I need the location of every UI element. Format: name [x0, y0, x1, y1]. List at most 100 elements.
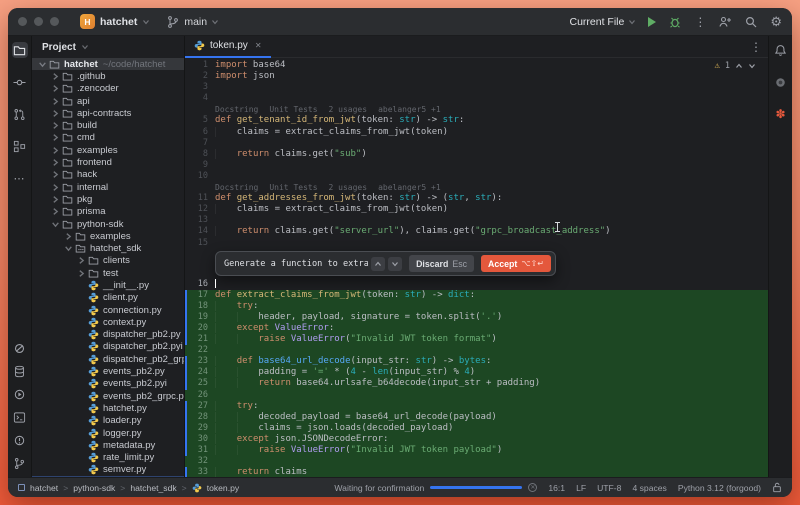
tree-item-semver-py[interactable]: semver.py [32, 464, 184, 476]
code-editor[interactable]: ⚠ 1 1 import base64 2 import json 3 4 Docstrin… [185, 58, 768, 477]
breadcrumb-item[interactable]: python-sdk [73, 483, 115, 493]
tab-token-py[interactable]: token.py ✕ [185, 36, 271, 58]
chevron-right-icon[interactable] [51, 72, 60, 81]
settings-gear-icon[interactable]: ⚙ [770, 14, 782, 29]
vcs-branch-widget[interactable]: main [166, 15, 219, 29]
debug-button[interactable] [668, 15, 682, 29]
tree-item-loader-py[interactable]: loader.py [32, 415, 184, 427]
accept-button[interactable]: Accept ⌥⇧↵ [481, 255, 551, 273]
tree-item-examples[interactable]: examples [32, 144, 184, 156]
plugin-flower-button[interactable]: ✽ [773, 106, 789, 122]
run-configuration-selector[interactable]: Current File [569, 16, 636, 28]
notifications-button[interactable] [773, 42, 789, 58]
search-icon[interactable] [744, 15, 758, 29]
chevron-down-icon[interactable] [64, 244, 73, 253]
breadcrumb-item[interactable]: token.py [207, 483, 240, 493]
tree-item-dispatcher-pb2-grpc-py[interactable]: dispatcher_pb2_grpc.py [32, 353, 184, 365]
tree-item-hatchet[interactable]: hatchet ~/code/hatchet [32, 58, 184, 71]
tree-item-build[interactable]: build [32, 119, 184, 131]
tree-item-api[interactable]: api [32, 95, 184, 107]
tree-item-events-pb2-grpc-py[interactable]: events_pb2_grpc.py [32, 390, 184, 402]
line-ending-widget[interactable]: LF [576, 483, 586, 493]
tree-item-metadata-py[interactable]: metadata.py [32, 439, 184, 451]
chevron-right-icon[interactable] [51, 84, 60, 93]
zoom-window-button[interactable] [50, 17, 59, 26]
indent-widget[interactable]: 4 spaces [632, 483, 666, 493]
interpreter-widget[interactable]: Python 3.12 (forgood) [678, 483, 761, 493]
tree-item-python-sdk[interactable]: python-sdk [32, 218, 184, 230]
chevron-right-icon[interactable] [51, 183, 60, 192]
project-tool-button[interactable] [11, 42, 28, 58]
chevron-right-icon[interactable] [51, 146, 60, 155]
tree-item-cmd[interactable]: cmd [32, 132, 184, 144]
ai-prompt-input[interactable]: Generate a function to extract claims fr… [224, 259, 368, 269]
tree-item-context-py[interactable]: context.py [32, 316, 184, 328]
prompt-history-up-button[interactable] [371, 256, 386, 271]
chevron-right-icon[interactable] [77, 256, 86, 265]
chevron-right-icon[interactable] [51, 109, 60, 118]
tree-item-dispatcher-pb2-py[interactable]: dispatcher_pb2.py [32, 329, 184, 341]
cancel-task-icon[interactable]: ✕ [528, 483, 538, 492]
discard-button[interactable]: Discard Esc [409, 255, 475, 273]
database-tool-button[interactable] [12, 363, 28, 379]
tree-item-connection-py[interactable]: connection.py [32, 304, 184, 316]
project-panel-header[interactable]: Project [32, 36, 184, 58]
minimize-window-button[interactable] [34, 17, 43, 26]
zencoder-tool-button[interactable] [12, 340, 28, 356]
pull-requests-tool-button[interactable] [12, 106, 28, 122]
tree-item-test[interactable]: test [32, 267, 184, 279]
tree-item-hatchet-sdk[interactable]: hatchet_sdk [32, 242, 184, 254]
problems-tool-button[interactable] [12, 432, 28, 448]
chevron-right-icon[interactable] [77, 269, 86, 278]
terminal-tool-button[interactable] [12, 409, 28, 425]
structure-tool-button[interactable] [12, 138, 28, 154]
tree-item-client-py[interactable]: client.py [32, 292, 184, 304]
tree-item-internal[interactable]: internal [32, 181, 184, 193]
code-vision-inlay[interactable]: Docstring Unit Tests 2 usages abelanger5 +1 [185, 104, 768, 115]
tree-item-events-pb2-pyi[interactable]: events_pb2.pyi [32, 378, 184, 390]
project-widget[interactable]: H hatchet [80, 14, 150, 29]
tab-options-icon[interactable]: ⋮ [750, 40, 762, 54]
chevron-right-icon[interactable] [51, 158, 60, 167]
encoding-widget[interactable]: UTF-8 [597, 483, 621, 493]
tree-item--github[interactable]: .github [32, 70, 184, 82]
tree-item-prisma[interactable]: prisma [32, 206, 184, 218]
tree-item-api-contracts[interactable]: api-contracts [32, 107, 184, 119]
commit-tool-button[interactable] [12, 74, 28, 90]
close-window-button[interactable] [18, 17, 27, 26]
tree-item--zencoder[interactable]: .zencoder [32, 83, 184, 95]
tree-item-pkg[interactable]: pkg [32, 193, 184, 205]
chevron-right-icon[interactable] [51, 121, 60, 130]
chevron-down-icon[interactable] [51, 220, 60, 229]
more-tool-windows-icon[interactable]: ⋯ [12, 170, 28, 186]
code-vision-inlay[interactable]: Docstring Unit Tests 2 usages abelanger5 +1 [185, 182, 768, 193]
more-actions-icon[interactable]: ⋮ [694, 15, 706, 29]
tree-item-examples[interactable]: examples [32, 230, 184, 242]
unlock-icon[interactable] [772, 482, 782, 493]
services-tool-button[interactable] [12, 386, 28, 402]
tree-item-dispatcher-pb2-pyi[interactable]: dispatcher_pb2.pyi [32, 341, 184, 353]
breadcrumb-item[interactable]: hatchet_sdk [130, 483, 176, 493]
chevron-right-icon[interactable] [51, 207, 60, 216]
chevron-right-icon[interactable] [51, 170, 60, 179]
caret-position-widget[interactable]: 16:1 [548, 483, 565, 493]
chevron-right-icon[interactable] [64, 232, 73, 241]
chevron-down-icon[interactable] [38, 60, 47, 69]
tree-item-hatchet-py[interactable]: hatchet.py [32, 402, 184, 414]
code-with-me-icon[interactable] [718, 15, 732, 29]
tree-item-clients[interactable]: clients [32, 255, 184, 267]
tree-item-frontend[interactable]: frontend [32, 156, 184, 168]
tree-item-logger-py[interactable]: logger.py [32, 427, 184, 439]
tree-item-events-pb2-py[interactable]: events_pb2.py [32, 365, 184, 377]
chevron-right-icon[interactable] [51, 97, 60, 106]
tree-item-rate-limit-py[interactable]: rate_limit.py [32, 452, 184, 464]
chevron-right-icon[interactable] [51, 133, 60, 142]
tree-item--init-py[interactable]: __init__.py [32, 279, 184, 291]
breadcrumb-item[interactable]: hatchet [30, 483, 58, 493]
close-tab-icon[interactable]: ✕ [255, 41, 262, 50]
git-tool-button[interactable] [12, 455, 28, 471]
ai-assistant-button[interactable] [773, 74, 789, 90]
tree-item-hack[interactable]: hack [32, 169, 184, 181]
chevron-right-icon[interactable] [51, 195, 60, 204]
run-button[interactable] [648, 16, 657, 27]
